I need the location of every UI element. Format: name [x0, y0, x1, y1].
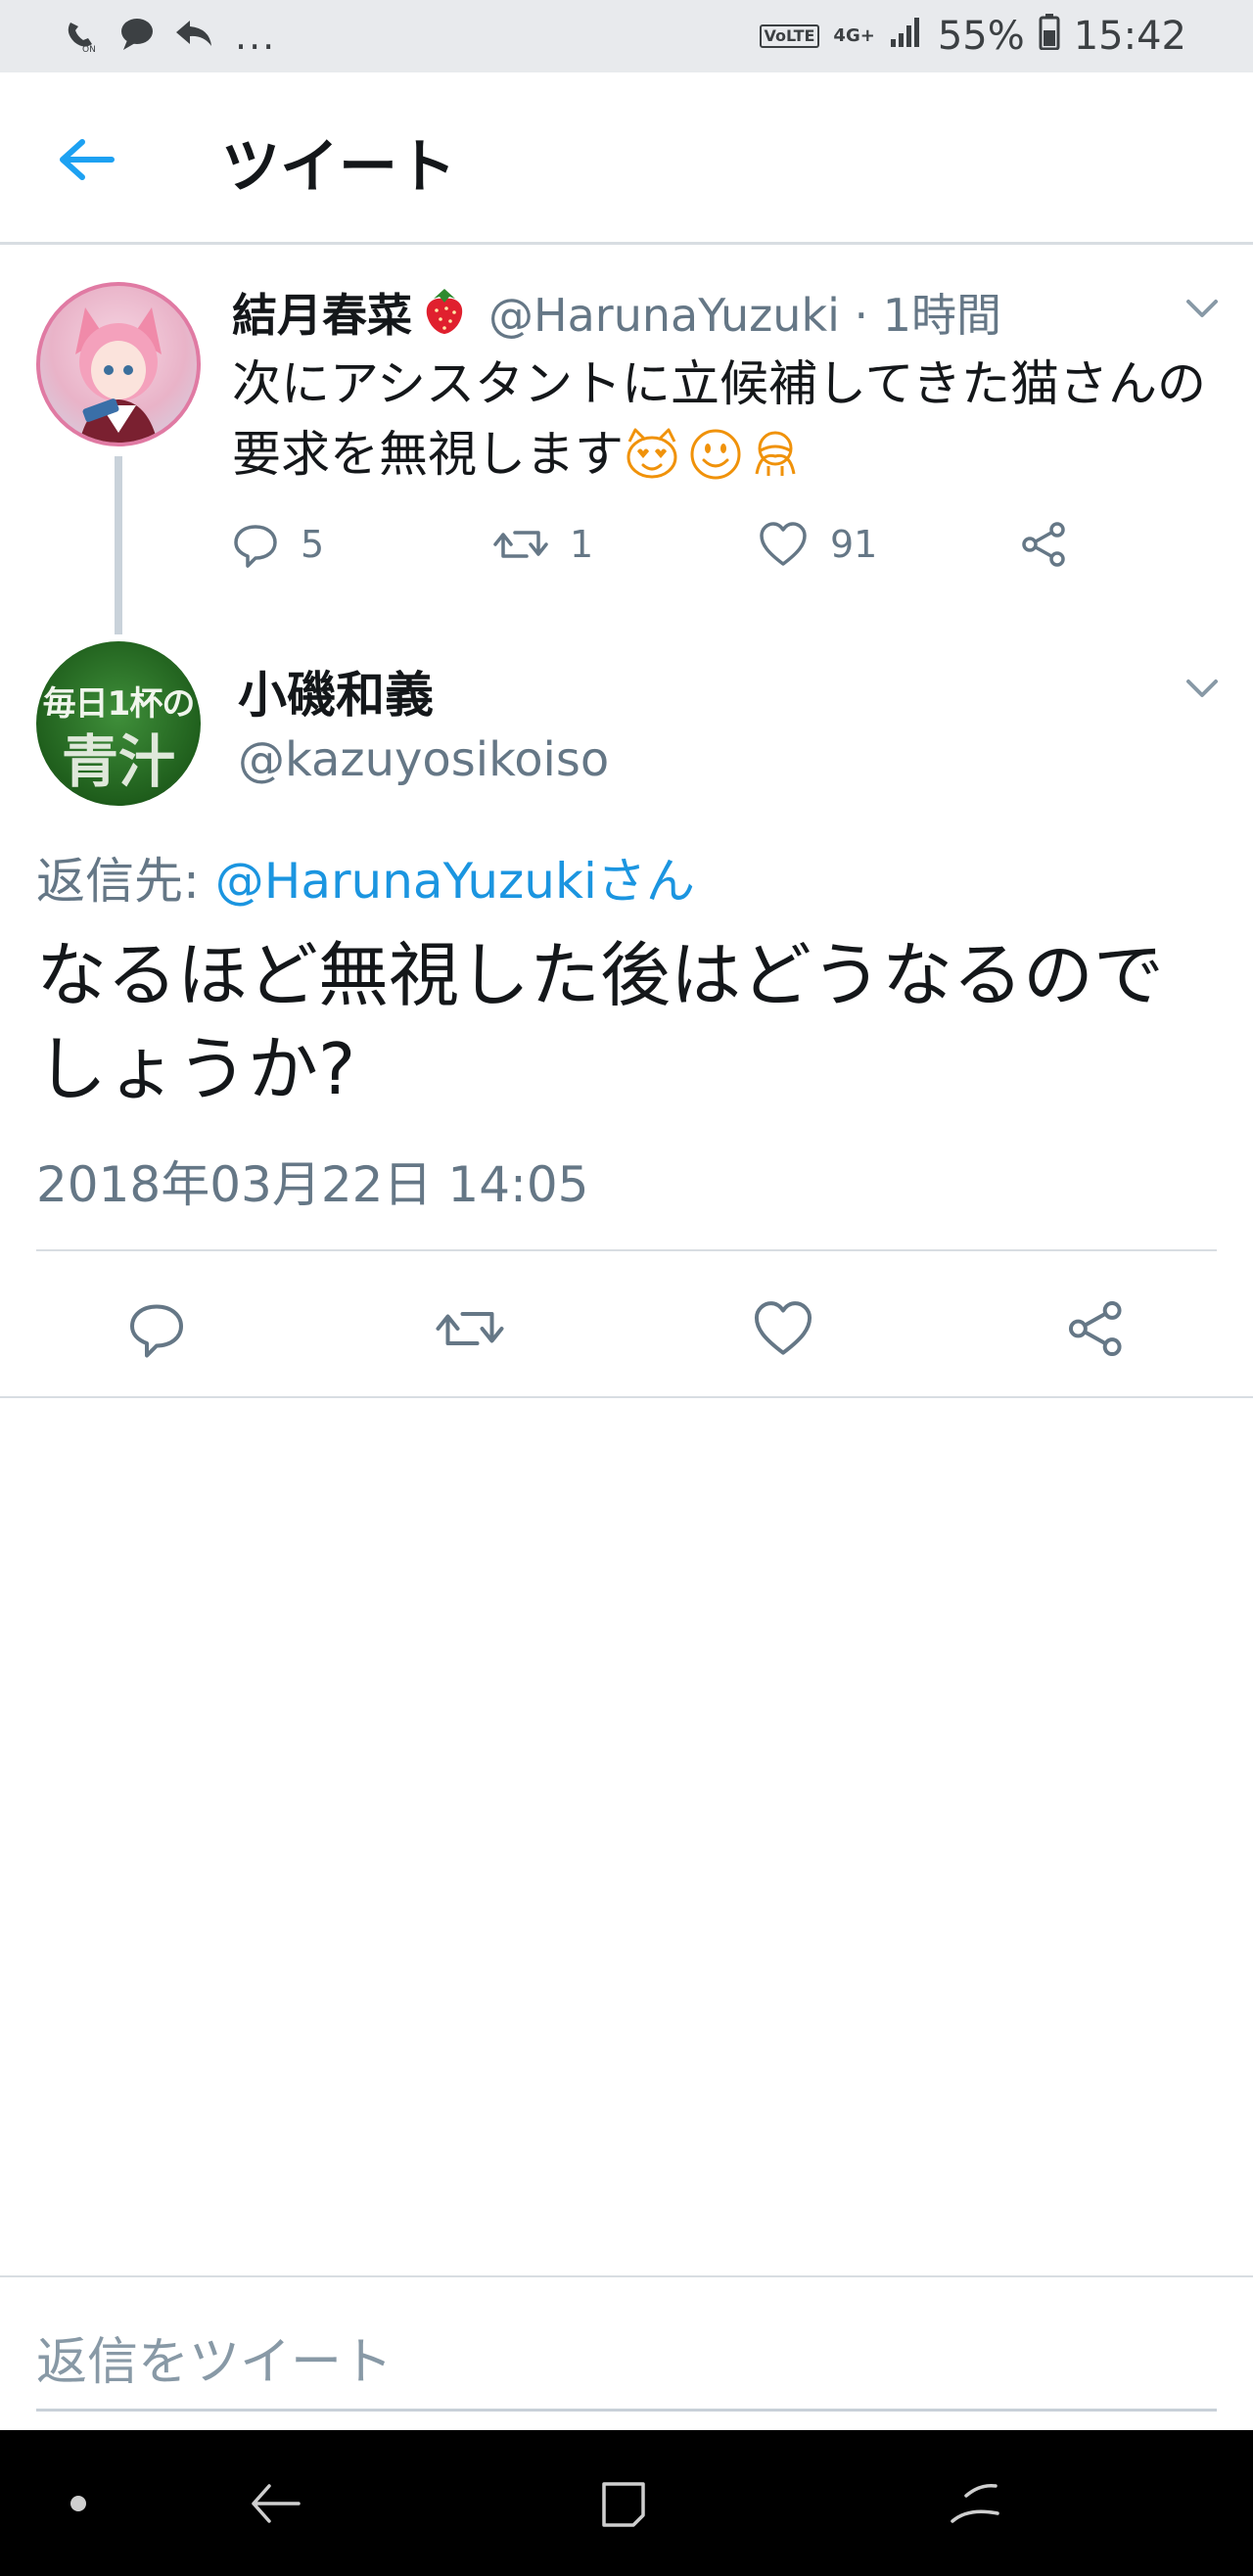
status-more: ... [235, 15, 277, 58]
recents-icon [951, 2483, 999, 2523]
reply-prefix: 返信先: [36, 853, 215, 910]
chevron-down-icon [1186, 300, 1218, 317]
volte-badge: VoLTE [759, 24, 820, 48]
tweet-text: なるほど無視した後はどうなるのでしょうか? [36, 934, 1165, 1110]
status-right-icons: VoLTE 4G+ 55% 15:42 [759, 12, 1186, 61]
author-handle[interactable]: @kazuyosikoiso [238, 732, 609, 787]
divider [36, 1249, 1217, 1251]
reply-input[interactable]: 返信をツイート [36, 2320, 393, 2394]
nav-home-button[interactable] [580, 2430, 668, 2576]
network-type: 4G+ [833, 25, 875, 46]
avatar[interactable]: 毎日1杯の 青汁 [36, 641, 201, 806]
back-arrow-icon [252, 2483, 301, 2523]
status-bar: ON ... VoLTE 4G+ 55% 15:42 [0, 0, 1253, 72]
battery-percent: 55% [937, 14, 1025, 59]
tweet-timestamp: 2018年03月22日 14:05 [36, 1156, 589, 1213]
reply-icon [174, 15, 213, 58]
svg-text:ON: ON [82, 45, 96, 54]
signal-icon [889, 14, 924, 59]
reply-count: 5 [301, 523, 325, 566]
divider [0, 2275, 1253, 2277]
wifi-calling-icon: ON [61, 15, 100, 58]
tweet-actions: 5 1 91 [232, 509, 1113, 580]
share-icon [1022, 522, 1065, 567]
like-button[interactable] [749, 1294, 817, 1363]
battery-icon [1039, 13, 1060, 60]
divider [0, 1396, 1253, 1398]
page-title: ツイート [221, 133, 456, 202]
tweet-emojis [624, 427, 800, 500]
reply-mention-link[interactable]: @HarunaYuzukiさん [215, 853, 695, 910]
clock: 15:42 [1073, 14, 1186, 59]
reply-button[interactable] [122, 1294, 191, 1363]
author-name[interactable]: 小磯和義 [238, 656, 434, 726]
share-button[interactable] [1062, 1294, 1131, 1363]
strawberry-icon [422, 285, 467, 340]
reply-context: 返信先: @HarunaYuzukiさん [36, 842, 695, 913]
anime-girl-avatar-icon [75, 307, 162, 443]
reply-bubble-icon [234, 525, 277, 568]
dot-icon [70, 2495, 86, 2511]
heart-icon [754, 1301, 812, 1355]
share-button[interactable] [1020, 509, 1069, 580]
retweet-count: 1 [570, 523, 594, 566]
avatar[interactable] [36, 282, 201, 446]
arrow-left-icon [60, 139, 115, 180]
author-handle-time[interactable]: @HarunaYuzuki · 1時間 [488, 280, 1001, 345]
nav-dot-button[interactable] [39, 2430, 117, 2576]
retweet-button[interactable]: 1 [493, 509, 593, 580]
app-header: ツイート [0, 72, 1253, 245]
status-left-icons: ON ... [61, 12, 276, 61]
reply-bubble-icon [130, 1304, 183, 1358]
nav-back-button[interactable] [231, 2430, 319, 2576]
author-name[interactable]: 結月春菜 [232, 280, 412, 345]
message-icon [117, 15, 157, 58]
tweet-text: 次にアシスタントに立候補してきた猫さんの要求を無視します [232, 349, 1221, 500]
back-button[interactable] [51, 125, 121, 194]
tweet-header: 結月春菜 @HarunaYuzuki · 1時間 [232, 280, 1001, 345]
avatar-text: 青汁 [61, 728, 175, 795]
heart-eyes-cat-icon [624, 428, 680, 499]
system-nav-bar [0, 2430, 1253, 2576]
reply-input-underline [36, 2409, 1217, 2412]
reply-button[interactable]: 5 [232, 509, 324, 580]
home-square-icon [602, 2481, 645, 2527]
heart-icon [760, 522, 807, 566]
share-icon [1068, 1300, 1122, 1357]
smiley-icon [688, 427, 743, 500]
retweet-icon [493, 531, 548, 558]
see-no-evil-icon [751, 427, 800, 500]
tweet-actions [0, 1273, 1253, 1381]
tweet-menu-button[interactable] [1183, 294, 1222, 323]
retweet-icon [436, 1312, 504, 1345]
like-button[interactable]: 91 [758, 509, 877, 580]
chevron-down-icon [1186, 679, 1218, 697]
tweet-menu-button[interactable] [1183, 674, 1222, 703]
retweet-button[interactable] [436, 1294, 504, 1363]
thread-line [115, 456, 122, 634]
nav-recents-button[interactable] [930, 2430, 1018, 2576]
like-count: 91 [830, 523, 878, 566]
